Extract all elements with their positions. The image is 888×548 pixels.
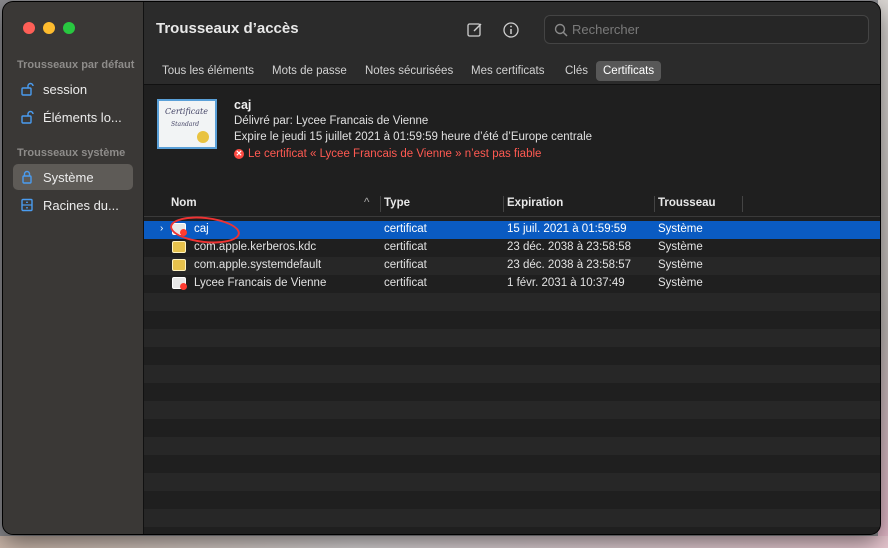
empty-row bbox=[144, 401, 880, 419]
certificate-detail: Certificate Standard caj Délivré par: Ly… bbox=[144, 85, 880, 190]
tab-certificates[interactable]: Certificats bbox=[596, 61, 662, 81]
column-header-keychain[interactable]: Trousseau bbox=[658, 197, 716, 209]
tab-keys[interactable]: Clés bbox=[558, 61, 595, 81]
main-pane: Trousseaux d’accès Rechercher Tous les é… bbox=[144, 2, 880, 534]
row-type: certificat bbox=[384, 241, 427, 253]
row-type: certificat bbox=[384, 223, 427, 235]
tab-passwords[interactable]: Mots de passe bbox=[265, 61, 354, 81]
compose-icon bbox=[467, 23, 482, 37]
tab-my-certificates[interactable]: Mes certificats bbox=[464, 61, 552, 81]
certificate-issuer: Délivré par: Lycee Francais de Vienne bbox=[234, 115, 429, 127]
category-tabs: Tous les éléments Mots de passe Notes sé… bbox=[144, 58, 880, 85]
sidebar-item-label: Système bbox=[43, 169, 94, 185]
sidebar-item-label: Éléments lo... bbox=[43, 109, 122, 125]
sidebar-section-system: Trousseaux système bbox=[17, 147, 126, 159]
disclosure-chevron-icon[interactable]: › bbox=[160, 223, 163, 234]
sidebar-section-default: Trousseaux par défaut bbox=[17, 59, 135, 71]
keychain-window: Trousseaux par défaut session Éléments l… bbox=[3, 2, 880, 534]
empty-row bbox=[144, 509, 880, 527]
search-icon bbox=[554, 23, 568, 37]
empty-row bbox=[144, 437, 880, 455]
trust-warning-text: Le certificat « Lycee Francais de Vienne… bbox=[248, 148, 542, 160]
desktop-background-bottom bbox=[0, 536, 888, 548]
row-type: certificat bbox=[384, 259, 427, 271]
column-header-name[interactable]: Nom bbox=[171, 197, 197, 209]
row-keychain: Système bbox=[658, 259, 703, 271]
lock-open-icon bbox=[19, 81, 35, 97]
error-icon: ✕ bbox=[234, 149, 244, 159]
lock-open-icon bbox=[19, 109, 35, 125]
thumb-text: Certificate bbox=[165, 107, 208, 116]
seal-icon bbox=[197, 131, 209, 143]
certificate-expiry: Expire le jeudi 15 juillet 2021 à 01:59:… bbox=[234, 131, 593, 143]
info-button[interactable] bbox=[500, 19, 522, 41]
sidebar-item-session[interactable]: session bbox=[13, 76, 133, 102]
row-name: com.apple.systemdefault bbox=[194, 259, 322, 271]
row-expiration: 15 juil. 2021 à 01:59:59 bbox=[507, 223, 627, 235]
empty-row bbox=[144, 329, 880, 347]
minimize-button[interactable] bbox=[43, 22, 55, 34]
toolbar: Trousseaux d’accès Rechercher bbox=[144, 2, 880, 58]
tab-all-items[interactable]: Tous les éléments bbox=[155, 61, 261, 81]
row-expiration: 23 déc. 2038 à 23:58:58 bbox=[507, 241, 632, 253]
info-icon bbox=[503, 22, 519, 38]
empty-row bbox=[144, 473, 880, 491]
certificate-name: caj bbox=[234, 98, 252, 112]
certificate-invalid-icon bbox=[172, 277, 187, 290]
row-keychain: Système bbox=[658, 223, 703, 235]
table-row[interactable]: › caj certificat 15 juil. 2021 à 01:59:5… bbox=[144, 221, 880, 239]
row-expiration: 23 déc. 2038 à 23:58:57 bbox=[507, 259, 632, 271]
empty-row bbox=[144, 293, 880, 311]
sidebar-item-system[interactable]: Système bbox=[13, 164, 133, 190]
window-controls bbox=[23, 22, 75, 34]
sidebar: Trousseaux par défaut session Éléments l… bbox=[3, 2, 144, 534]
table-row[interactable]: com.apple.kerberos.kdc certificat 23 déc… bbox=[144, 239, 880, 257]
certificate-icon bbox=[172, 241, 186, 253]
sidebar-item-local-items[interactable]: Éléments lo... bbox=[13, 104, 133, 130]
window-title: Trousseaux d’accès bbox=[156, 20, 299, 37]
new-item-button[interactable] bbox=[464, 19, 486, 41]
column-header-type[interactable]: Type bbox=[384, 197, 410, 209]
sidebar-item-label: Racines du... bbox=[43, 197, 119, 213]
sidebar-item-system-roots[interactable]: Racines du... bbox=[13, 192, 133, 218]
row-name: Lycee Francais de Vienne bbox=[194, 277, 327, 289]
certificate-icon bbox=[172, 259, 186, 271]
row-type: certificat bbox=[384, 277, 427, 289]
thumb-text: Standard bbox=[171, 121, 200, 128]
cabinet-icon bbox=[19, 197, 35, 213]
row-keychain: Système bbox=[658, 241, 703, 253]
column-header-expiration[interactable]: Expiration bbox=[507, 197, 563, 209]
trust-warning: ✕ Le certificat « Lycee Francais de Vien… bbox=[234, 148, 541, 160]
row-keychain: Système bbox=[658, 277, 703, 289]
sort-chevron-up-icon[interactable]: ^ bbox=[364, 197, 369, 209]
table-row[interactable]: com.apple.systemdefault certificat 23 dé… bbox=[144, 257, 880, 275]
search-field[interactable]: Rechercher bbox=[544, 15, 869, 44]
sidebar-item-label: session bbox=[43, 81, 88, 97]
empty-row bbox=[144, 365, 880, 383]
table-header: Nom ^ Type Expiration Trousseau bbox=[144, 192, 880, 217]
certificate-list: › caj certificat 15 juil. 2021 à 01:59:5… bbox=[144, 221, 880, 534]
certificate-thumbnail-icon: Certificate Standard bbox=[157, 99, 217, 149]
row-expiration: 1 févr. 2031 à 10:37:49 bbox=[507, 277, 625, 289]
search-placeholder: Rechercher bbox=[572, 22, 640, 37]
table-row[interactable]: Lycee Francais de Vienne certificat 1 fé… bbox=[144, 275, 880, 293]
close-button[interactable] bbox=[23, 22, 35, 34]
lock-icon bbox=[19, 169, 35, 185]
zoom-button[interactable] bbox=[63, 22, 75, 34]
tab-secure-notes[interactable]: Notes sécurisées bbox=[358, 61, 460, 81]
